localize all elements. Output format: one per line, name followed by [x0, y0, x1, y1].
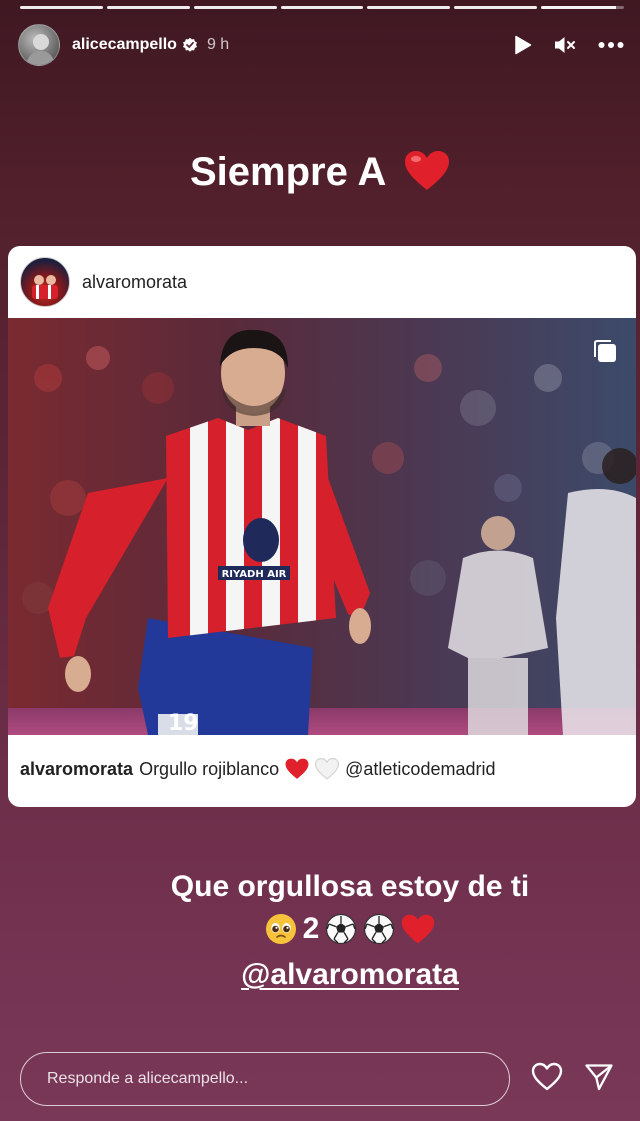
pleading-face-emoji — [265, 914, 296, 944]
soccer-ball-emoji — [364, 913, 395, 945]
play-icon[interactable] — [514, 35, 532, 55]
progress-fill — [541, 6, 616, 9]
shorts-number: 19 — [168, 711, 199, 735]
shared-post-card[interactable]: alvaromorata RIYADH AIR 19 alvaromorata … — [8, 246, 636, 807]
post-author-avatar[interactable] — [20, 257, 70, 307]
post-username[interactable]: alvaromorata — [82, 272, 187, 293]
like-heart-icon[interactable] — [531, 1062, 563, 1092]
story-mention[interactable]: @alvaromorata — [120, 958, 580, 992]
progress-segment — [193, 6, 277, 9]
progress-segment-current — [541, 6, 625, 9]
multiple-photos-icon — [594, 340, 616, 362]
progress-segment — [280, 6, 364, 9]
story-progress-bar — [20, 6, 625, 9]
caption-text: Orgullo rojiblanco — [139, 758, 280, 779]
story-message-line1: Que orgullosa estoy de ti — [170, 870, 530, 903]
progress-segment — [454, 6, 538, 9]
share-send-icon[interactable] — [584, 1062, 614, 1092]
more-icon[interactable] — [598, 41, 624, 49]
post-photo[interactable]: RIYADH AIR 19 — [8, 318, 636, 735]
progress-segment — [106, 6, 190, 9]
post-header: alvaromorata — [8, 246, 636, 318]
verified-badge-icon — [182, 37, 197, 52]
story-username[interactable]: alicecampello — [72, 36, 177, 54]
story-header: alicecampello 9 h — [18, 24, 624, 66]
white-heart-emoji — [315, 758, 340, 780]
reply-input[interactable]: Responde a alicecampello... — [20, 1052, 510, 1106]
post-caption: alvaromorata Orgullo rojiblanco @atletic… — [20, 758, 496, 780]
story-title: Siempre A — [0, 150, 640, 195]
story-mention-text[interactable]: @alvaromorata — [241, 958, 459, 991]
caption-username[interactable]: alvaromorata — [20, 759, 133, 780]
soccer-ball-emoji — [326, 913, 357, 945]
progress-segment — [20, 6, 103, 9]
red-heart-emoji — [285, 758, 309, 779]
story-title-text: Siempre A — [189, 150, 385, 194]
red-heart-emoji — [402, 914, 435, 944]
story-timestamp: 9 h — [206, 36, 230, 53]
heart-emoji-icon — [405, 151, 449, 191]
caption-mention[interactable]: @atleticodemadrid — [345, 759, 495, 780]
goal-count: 2 — [302, 912, 320, 945]
avatar[interactable] — [18, 24, 60, 66]
reply-placeholder: Responde a alicecampello... — [47, 1070, 249, 1087]
mute-icon[interactable] — [554, 35, 576, 55]
sponsor-text: RIYADH AIR — [222, 569, 287, 580]
story-message-line2: 2 — [120, 912, 580, 946]
progress-segment — [367, 6, 451, 9]
